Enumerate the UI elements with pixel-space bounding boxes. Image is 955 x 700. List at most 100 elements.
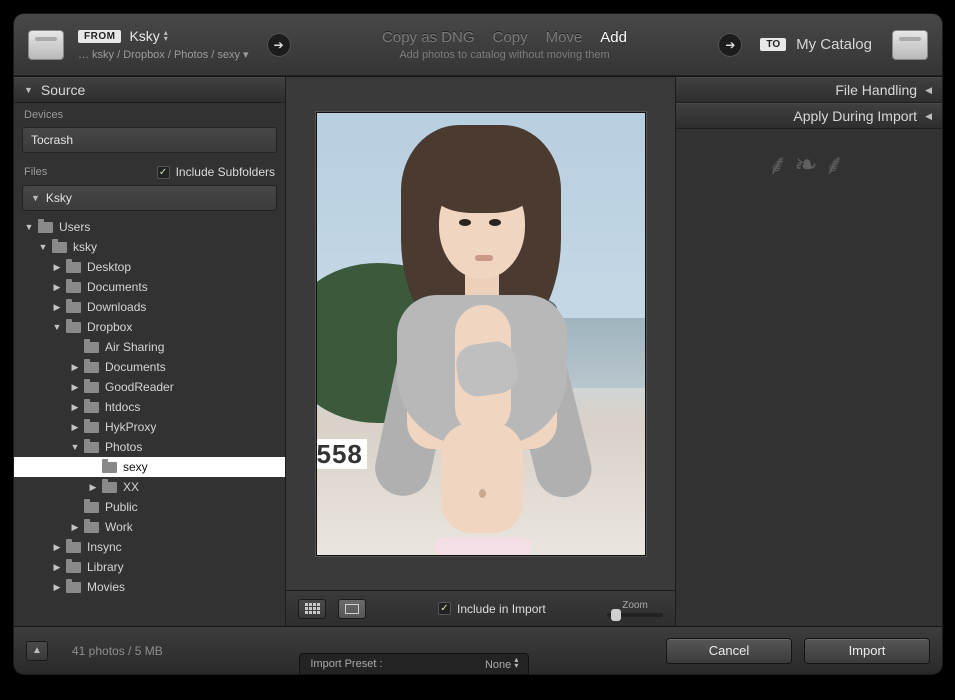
folder-icon [66,302,81,313]
ornament-icon: ⸙❧⸙ [767,145,850,183]
zoom-slider[interactable] [607,613,663,617]
folder-icon [52,242,67,253]
folder-icon [84,522,99,533]
include-subfolders-label: Include Subfolders [176,165,275,179]
include-in-import-checkbox[interactable]: ✓ Include in Import [438,602,546,616]
to-chip: TO [760,38,786,51]
import-preset-select[interactable]: Import Preset : None ▴▾ [299,653,529,675]
destination-disk-icon[interactable] [892,30,928,60]
tree-node-library[interactable]: ▶Library [14,557,285,577]
checkbox-checked-icon: ✓ [438,602,451,615]
preset-value: None [485,659,511,671]
folder-icon [84,402,99,413]
cancel-button[interactable]: Cancel [666,638,792,664]
slider-knob[interactable] [611,609,621,621]
mode-copy[interactable]: Copy [493,29,528,46]
updown-icon: ▴▾ [514,657,518,669]
import-mode-block: Copy as DNG Copy Move Add Add photos to … [309,29,701,61]
mode-subtitle: Add photos to catalog without moving the… [399,49,609,61]
expand-up-button[interactable]: ▲ [26,641,48,661]
arrow-right-icon-2[interactable]: ➔ [718,33,742,57]
folder-icon [84,442,99,453]
arrow-right-icon[interactable]: ➔ [267,33,291,57]
tree-node-photos[interactable]: ▼Photos [14,437,285,457]
devices-label: Devices [14,103,285,125]
files-label: Files [24,166,47,178]
import-dialog: FROM Ksky ▴▾ … ksky / Dropbox / Photos /… [14,14,942,674]
grid-view-button[interactable] [298,599,326,619]
zoom-control: Zoom [607,600,663,617]
folder-icon [66,262,81,273]
import-button[interactable]: Import [804,638,930,664]
triangle-left-icon: ◀ [925,85,932,96]
triangle-left-icon: ◀ [925,111,932,122]
tree-node-htdocs[interactable]: ▶htdocs [14,397,285,417]
overlay-number: 558 [317,439,367,469]
device-select[interactable]: Tocrash [22,127,277,153]
left-panel: ▼ Source Devices Tocrash Files ✓ Include… [14,77,286,626]
device-selected-value: Tocrash [31,133,73,147]
folder-icon [84,422,99,433]
drive-select[interactable]: ▼ Ksky [22,185,277,211]
folder-icon [66,322,81,333]
from-chip: FROM [78,30,121,43]
apply-during-import-header[interactable]: Apply During Import ◀ [676,103,942,129]
tree-node-work[interactable]: ▶Work [14,517,285,537]
folder-icon [102,482,117,493]
tree-node-documents[interactable]: ▶Documents [14,277,285,297]
from-source-label: Ksky [129,28,159,44]
tree-node-downloads[interactable]: ▶Downloads [14,297,285,317]
tree-node-dropbox[interactable]: ▼Dropbox [14,317,285,337]
folder-icon [84,382,99,393]
tree-node-sexy[interactable]: ▶sexy [14,457,285,477]
source-section-header[interactable]: ▼ Source [14,77,285,103]
folder-icon [84,362,99,373]
single-icon [345,604,359,614]
tree-node-hykproxy[interactable]: ▶HykProxy [14,417,285,437]
mode-add[interactable]: Add [600,29,627,46]
drive-name: Ksky [46,191,72,205]
to-catalog-name: My Catalog [796,36,872,53]
preview-area: 558 [286,77,675,590]
tree-node-ksky[interactable]: ▼ksky [14,237,285,257]
include-subfolders-checkbox[interactable]: ✓ Include Subfolders [157,165,275,179]
apply-during-import-label: Apply During Import [793,108,917,124]
from-block[interactable]: FROM Ksky ▴▾ … ksky / Dropbox / Photos /… [78,28,249,61]
tree-node-insync[interactable]: ▶Insync [14,537,285,557]
mode-move[interactable]: Move [546,29,583,46]
source-title: Source [41,82,85,98]
source-disk-icon[interactable] [28,30,64,60]
preset-label: Import Preset : [310,658,382,670]
right-panel: File Handling ◀ Apply During Import ◀ ⸙❧… [676,77,942,626]
tree-node-users[interactable]: ▼Users [14,217,285,237]
from-source-name[interactable]: Ksky ▴▾ [129,28,167,44]
folder-icon [38,222,53,233]
grid-icon [305,603,320,614]
photo-preview[interactable]: 558 [316,112,646,556]
tree-node-public[interactable]: ▶Public [14,497,285,517]
file-handling-label: File Handling [835,82,917,98]
folder-icon [66,282,81,293]
triangle-down-icon: ▼ [24,85,33,95]
from-path: … ksky / Dropbox / Photos / sexy ▾ [78,48,249,61]
updown-icon: ▴▾ [164,30,168,42]
tree-node-xx[interactable]: ▶XX [14,477,285,497]
tree-node-movies[interactable]: ▶Movies [14,577,285,597]
mode-copy-as-dng[interactable]: Copy as DNG [382,29,475,46]
folder-icon [84,502,99,513]
include-in-import-label: Include in Import [457,602,546,616]
tree-node-air-sharing[interactable]: ▶Air Sharing [14,337,285,357]
single-view-button[interactable] [338,599,366,619]
folder-icon [66,542,81,553]
folder-icon [102,462,117,473]
to-block[interactable]: TO My Catalog [760,36,872,53]
center-panel: 558 [286,77,676,626]
folder-tree: ▼Users ▼ksky ▶Desktop ▶Documents ▶Downlo… [14,215,285,626]
preview-toolbar: ✓ Include in Import Zoom [286,590,675,626]
folder-icon [84,342,99,353]
main-area: ▼ Source Devices Tocrash Files ✓ Include… [14,76,942,626]
tree-node-documents2[interactable]: ▶Documents [14,357,285,377]
tree-node-desktop[interactable]: ▶Desktop [14,257,285,277]
tree-node-goodreader[interactable]: ▶GoodReader [14,377,285,397]
file-handling-header[interactable]: File Handling ◀ [676,77,942,103]
